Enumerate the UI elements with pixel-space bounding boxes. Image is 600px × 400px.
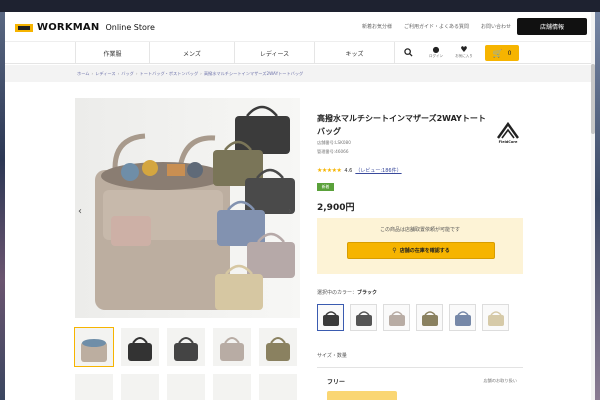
- stock-note: この商品は店舗取置依頼が可能です: [379, 227, 460, 233]
- heart-icon: ♥: [460, 45, 468, 54]
- color-swatch-beige[interactable]: [482, 304, 509, 331]
- gallery-prev-arrow-icon[interactable]: ‹: [78, 206, 82, 217]
- site-header: WORKMAN Online Store 新着お気分様 ご利用ガイド・よくある質…: [5, 12, 595, 42]
- thumbnail-7[interactable]: [121, 374, 159, 400]
- thumbnail-4[interactable]: [213, 328, 251, 366]
- size-row: フリー 店舗のお取り扱い: [317, 367, 523, 400]
- check-stock-button[interactable]: ⚲ 店舗の在庫を確認する: [347, 242, 495, 259]
- new-badge: 新着: [317, 183, 334, 191]
- color-label-prefix: 選択中のカラー：: [317, 290, 358, 296]
- color-swatch-charcoal[interactable]: [350, 304, 377, 331]
- nav-item-mens[interactable]: メンズ: [150, 42, 235, 64]
- site-logo[interactable]: WORKMAN Online Store: [15, 22, 155, 33]
- color-selected-value: ブラック: [357, 290, 378, 296]
- brand-logo: FieldCore: [495, 120, 521, 148]
- control-code: 管理番号:46066: [317, 149, 349, 154]
- browser-window: WORKMAN Online Store 新着お気分様 ご利用ガイド・よくある質…: [5, 12, 595, 400]
- thumbnail-6[interactable]: [75, 374, 113, 400]
- search-icon: [403, 48, 413, 57]
- check-stock-label: 店舗の在庫を確認する: [399, 248, 450, 254]
- thumbnail-8[interactable]: [167, 374, 205, 400]
- bag-swatch-icon: [487, 310, 504, 326]
- bag-swatch-icon: [355, 310, 372, 326]
- cart-icon: 🛒: [492, 48, 503, 58]
- logo-subtitle: Online Store: [105, 23, 155, 32]
- scrollbar-thumb[interactable]: [591, 64, 595, 134]
- desktop-right-edge: [595, 0, 600, 400]
- thumbnail-3[interactable]: [167, 328, 205, 366]
- color-label: 選択中のカラー：ブラック: [317, 289, 377, 296]
- bag-thumb-icon: [81, 339, 107, 362]
- thumbnail-5[interactable]: [259, 328, 297, 366]
- thumbnail-9[interactable]: [213, 374, 251, 400]
- logo-brand: WORKMAN: [37, 22, 100, 33]
- browser-top-edge: [0, 0, 600, 12]
- product-main-image[interactable]: [75, 98, 300, 318]
- star-rating-icon: ★★★★★: [317, 167, 342, 174]
- bag-swatch-icon: [421, 310, 438, 326]
- nav-item-kids[interactable]: キッズ: [315, 42, 395, 64]
- breadcrumb-current: 高撥水マルチシートインマザーズ2WAYトートバッグ: [203, 70, 304, 76]
- search-button[interactable]: [395, 45, 421, 63]
- header-links: 新着お気分様 ご利用ガイド・よくある質問 お問い合わせ: [362, 23, 511, 30]
- size-name: フリー: [327, 379, 346, 386]
- header-link-news[interactable]: 新着お気分様: [362, 23, 392, 30]
- bag-thumb-icon: [128, 337, 152, 361]
- breadcrumb: ホーム › レディース › バッグ › トートバッグ・ボストンバッグ › 高撥水マルチシ…: [5, 65, 595, 82]
- rating-value: 4.6: [344, 167, 353, 174]
- cart-count: 0: [507, 49, 512, 57]
- user-icon: ●: [432, 45, 440, 54]
- breadcrumb-ladies[interactable]: レディース: [95, 71, 115, 77]
- store-stock-panel: この商品は店舗取置依頼が可能です ⚲ 店舗の在庫を確認する: [317, 218, 523, 274]
- thumbnail-10[interactable]: [259, 374, 297, 400]
- size-store-note: 店舗のお取り扱い: [483, 378, 517, 383]
- rating-row: ★★★★★ 4.6 （レビュー:186件）: [317, 167, 402, 174]
- product-price: 2,900円: [317, 203, 355, 213]
- nav-item-workwear[interactable]: 作業服: [75, 42, 150, 64]
- brand-logo-text: FieldCore: [498, 140, 518, 144]
- header-link-contact[interactable]: お問い合わせ: [481, 23, 511, 30]
- color-swatch-olive[interactable]: [416, 304, 443, 331]
- color-swatch-black[interactable]: [317, 304, 344, 331]
- thumbnail-2[interactable]: [121, 328, 159, 366]
- login-label: ログイン: [429, 54, 443, 58]
- size-quantity-label: サイズ・数量: [317, 353, 347, 359]
- bag-swatch-icon: [388, 310, 405, 326]
- store-code: 店舗番号:LSK080: [317, 140, 351, 145]
- store-info-button[interactable]: 店舗情報: [517, 18, 587, 35]
- category-nav: 作業服 メンズ レディース キッズ ● ログイン ♥ お気に入り 🛒 0: [5, 42, 595, 64]
- bag-swatch-icon: [322, 310, 339, 326]
- bag-thumb-icon: [266, 337, 290, 361]
- thumbnail-1[interactable]: [74, 327, 114, 367]
- gallery-next-arrow-icon[interactable]: ›: [288, 206, 292, 217]
- workman-logo-icon: [15, 23, 33, 32]
- login-button[interactable]: ● ログイン: [423, 45, 449, 63]
- color-swatch-greige[interactable]: [383, 304, 410, 331]
- bag-illustration: [95, 105, 295, 310]
- breadcrumb-home[interactable]: ホーム: [77, 71, 89, 77]
- fieldcore-logo-icon: [497, 121, 519, 139]
- product-title: 高撥水マルチシートインマザーズ2WAYトートバッグ: [317, 114, 486, 136]
- favorites-label: お気に入り: [455, 54, 473, 58]
- bag-swatch-icon: [454, 310, 471, 326]
- favorites-button[interactable]: ♥ お気に入り: [451, 45, 477, 63]
- location-pin-icon: ⚲: [392, 247, 397, 254]
- bag-thumb-icon: [220, 337, 244, 361]
- breadcrumb-tote[interactable]: トートバッグ・ボストンバッグ: [140, 71, 199, 77]
- size-stock-button[interactable]: [327, 391, 397, 400]
- bag-thumb-icon: [174, 337, 198, 361]
- header-link-guide[interactable]: ご利用ガイド・よくある質問: [404, 23, 469, 30]
- nav-item-ladies[interactable]: レディース: [235, 42, 315, 64]
- color-swatch-blue[interactable]: [449, 304, 476, 331]
- review-link[interactable]: （レビュー:186件）: [355, 167, 401, 174]
- breadcrumb-bags[interactable]: バッグ: [121, 71, 134, 77]
- cart-button[interactable]: 🛒 0: [485, 45, 519, 61]
